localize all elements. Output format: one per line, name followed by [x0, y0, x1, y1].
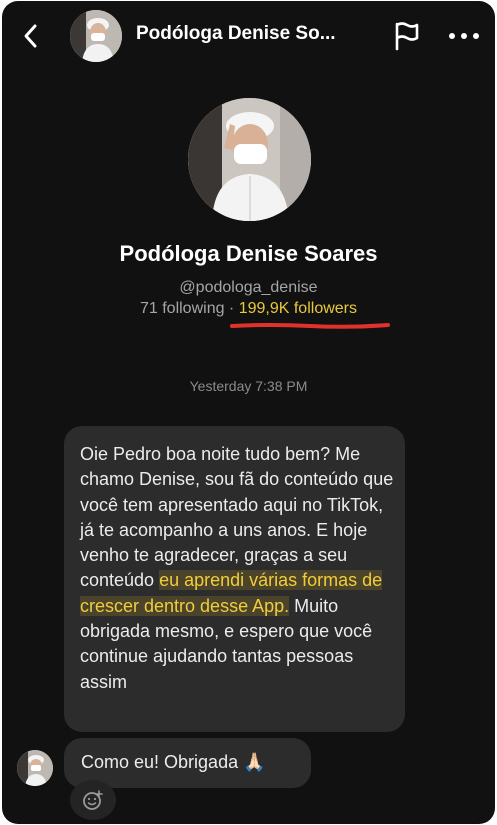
profile-stats: 71 following · 199,9K followers: [2, 300, 495, 318]
chat-screen: Podóloga Denise So... Podóloga Denise So…: [2, 1, 495, 824]
chevron-left-icon[interactable]: [18, 21, 44, 51]
message-timestamp: Yesterday 7:38 PM: [189, 378, 308, 394]
flag-icon[interactable]: [392, 20, 422, 52]
profile-name: Podóloga Denise Soares: [119, 241, 378, 266]
message-text-start: Oie Pedro boa noite tudo bem? Me chamo D…: [80, 444, 394, 591]
more-horizontal-icon[interactable]: [447, 26, 481, 46]
message-bubble[interactable]: Oie Pedro boa noite tudo bem? Me chamo D…: [64, 426, 405, 732]
message-text: Oie Pedro boa noite tudo bem? Me chamo D…: [80, 442, 398, 695]
header-title[interactable]: Podóloga Denise So...: [136, 23, 376, 45]
chat-header: Podóloga Denise So...: [2, 1, 495, 69]
add-reaction-button[interactable]: [70, 780, 116, 820]
followers-count[interactable]: 199,9K followers: [239, 300, 357, 317]
message-2-text: Como eu! Obrigada 🙏🏻: [81, 752, 266, 773]
sender-avatar[interactable]: [17, 750, 53, 786]
message-2-body: Como eu! Obrigada: [81, 752, 239, 772]
profile-handle: @podologa_denise: [179, 279, 318, 296]
profile-avatar[interactable]: [188, 98, 311, 221]
following-count[interactable]: 71 following: [140, 300, 225, 317]
emoji-add-icon: [83, 790, 103, 810]
praying-hands-icon: 🙏🏻: [243, 752, 266, 772]
header-avatar[interactable]: [70, 10, 122, 62]
stats-separator: ·: [224, 300, 239, 317]
red-underline-annotation: [230, 323, 390, 329]
